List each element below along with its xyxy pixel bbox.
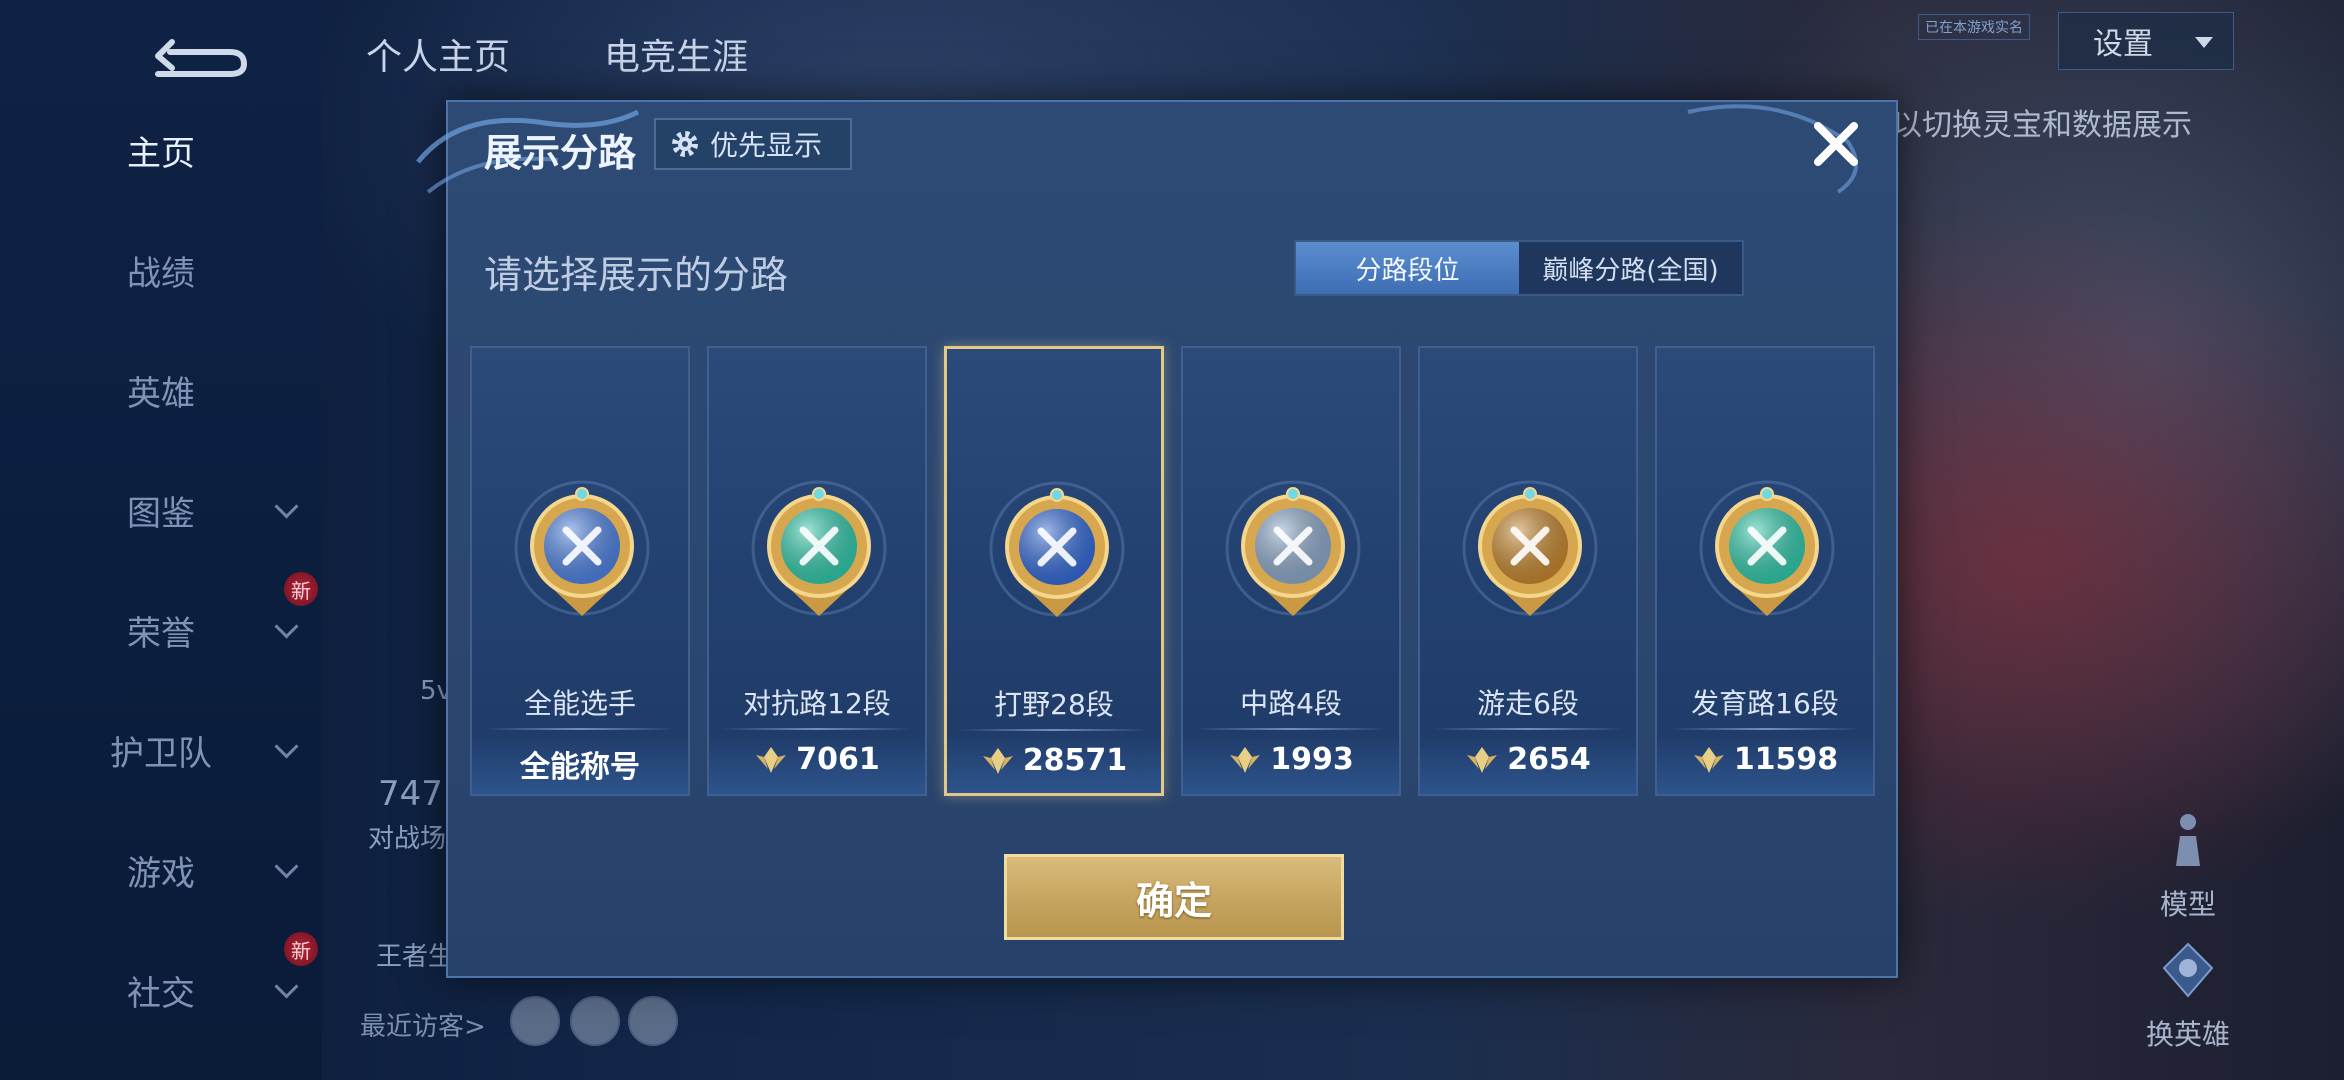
rank-points-icon bbox=[1693, 746, 1724, 773]
model-button[interactable]: 模型 bbox=[2128, 810, 2248, 923]
lane-card[interactable]: 打野28段 28571 bbox=[944, 346, 1164, 796]
lane-value: 28571 bbox=[947, 743, 1161, 778]
sidebar-item-label: 战绩 bbox=[127, 253, 195, 294]
back-arrow-icon[interactable] bbox=[150, 30, 250, 80]
lane-value: 7061 bbox=[709, 742, 925, 777]
new-badge: 新 bbox=[284, 572, 318, 606]
divider bbox=[1669, 728, 1861, 730]
lane-name: 打野28段 bbox=[994, 688, 1114, 721]
sidebar-item-label: 主页 bbox=[127, 133, 195, 174]
recent-visitors-link[interactable]: 最近访客> bbox=[360, 1006, 486, 1043]
lane-value: 全能称号 bbox=[472, 742, 688, 786]
chevron-down-icon bbox=[274, 494, 299, 519]
bg-stat-label: 对战场 bbox=[368, 824, 447, 854]
sidebar-item[interactable]: 主页 bbox=[0, 120, 322, 180]
lane-card[interactable]: 游走6段 2654 bbox=[1418, 346, 1638, 796]
sidebar-item[interactable]: 图鉴 bbox=[0, 480, 322, 540]
lane-name: 游走6段 bbox=[1477, 687, 1579, 720]
tab-profile[interactable]: 个人主页 bbox=[366, 28, 510, 80]
modal-subtitle: 请选择展示的分路 bbox=[484, 253, 789, 297]
divider bbox=[1432, 728, 1624, 730]
divider bbox=[721, 728, 913, 730]
rank-points-icon bbox=[1467, 746, 1498, 773]
confirm-button[interactable]: 确定 bbox=[1004, 854, 1344, 940]
hint-text: 以切换灵宝和数据展示 bbox=[1892, 108, 2192, 143]
swap-hero-icon bbox=[2162, 942, 2214, 998]
lane-value: 1993 bbox=[1183, 742, 1399, 777]
jungle-emblem-icon bbox=[989, 481, 1125, 617]
sidebar-item-label: 图鉴 bbox=[127, 493, 195, 534]
sidebar-item[interactable]: 英雄 bbox=[0, 360, 322, 420]
lane-value-text: 28571 bbox=[1022, 743, 1128, 778]
priority-display-label: 优先显示 bbox=[710, 129, 823, 162]
lane-card[interactable]: 发育路16段 11598 bbox=[1655, 346, 1875, 796]
divider bbox=[484, 728, 676, 730]
rank-type-toggle: 分路段位 巅峰分路(全国) bbox=[1294, 240, 1744, 296]
sidebar-item-label: 英雄 bbox=[127, 373, 195, 414]
clash-lane-emblem-icon bbox=[751, 480, 887, 616]
rank-points-icon bbox=[756, 746, 787, 773]
lane-name: 发育路16段 bbox=[1691, 687, 1839, 720]
sidebar-item-label: 游戏 bbox=[127, 853, 195, 894]
realname-tag: 已在本游戏实名 bbox=[1918, 14, 2030, 40]
sidebar-item[interactable]: 游戏 bbox=[0, 840, 322, 900]
close-icon[interactable] bbox=[1808, 116, 1864, 172]
tab-lane-rank[interactable]: 分路段位 bbox=[1296, 242, 1519, 294]
caret-down-icon bbox=[2195, 37, 2213, 48]
lane-card[interactable]: 全能选手 全能称号 bbox=[470, 346, 690, 796]
sidebar-item-label: 荣誉 bbox=[127, 613, 195, 654]
lane-name: 对抗路12段 bbox=[743, 687, 891, 720]
lane-card[interactable]: 对抗路12段 7061 bbox=[707, 346, 927, 796]
swap-hero-label: 换英雄 bbox=[2145, 1018, 2230, 1051]
sidebar-item[interactable]: 护卫队 bbox=[0, 720, 322, 780]
lane-card[interactable]: 中路4段 1993 bbox=[1181, 346, 1401, 796]
rank-points-icon bbox=[982, 747, 1013, 774]
lane-value-text: 全能称号 bbox=[520, 750, 640, 785]
gear-icon bbox=[672, 131, 698, 157]
chevron-down-icon bbox=[274, 614, 299, 639]
bg-stat-number: 747 bbox=[378, 774, 443, 814]
chevron-down-icon bbox=[274, 854, 299, 879]
figure-icon bbox=[2176, 814, 2200, 866]
lane-value-text: 2654 bbox=[1507, 742, 1591, 777]
chevron-down-icon bbox=[274, 974, 299, 999]
tab-peak-lane[interactable]: 巅峰分路(全国) bbox=[1519, 242, 1742, 294]
divider bbox=[1195, 728, 1387, 730]
visitor-avatar[interactable] bbox=[570, 996, 620, 1046]
sidebar-item[interactable]: 战绩 bbox=[0, 240, 322, 300]
lane-value: 2654 bbox=[1420, 742, 1636, 777]
lane-value-text: 11598 bbox=[1733, 742, 1839, 777]
modal-title: 展示分路 bbox=[484, 131, 637, 175]
model-label: 模型 bbox=[2159, 888, 2216, 921]
chevron-down-icon bbox=[274, 734, 299, 759]
swap-hero-button[interactable]: 换英雄 bbox=[2128, 940, 2248, 1053]
new-badge: 新 bbox=[284, 932, 318, 966]
lane-name: 中路4段 bbox=[1240, 687, 1342, 720]
lane-value: 11598 bbox=[1657, 742, 1873, 777]
sidebar-item-label: 社交 bbox=[127, 973, 195, 1014]
all-round-emblem-icon bbox=[514, 480, 650, 616]
roam-emblem-icon bbox=[1462, 480, 1598, 616]
visitor-avatar[interactable] bbox=[628, 996, 678, 1046]
settings-dropdown[interactable]: 设置 bbox=[2058, 12, 2234, 70]
bg-stat-king: 王者生 bbox=[376, 942, 455, 972]
sidebar-item[interactable]: 社交 bbox=[0, 960, 322, 1020]
lane-name: 全能选手 bbox=[523, 687, 636, 720]
lane-value-text: 1993 bbox=[1270, 742, 1354, 777]
priority-display-button[interactable]: 优先显示 bbox=[654, 118, 852, 170]
visitor-avatar[interactable] bbox=[510, 996, 560, 1046]
lane-card-list: 全能选手 全能称号 对抗路12段 7061 打野28段 28571 中路4段 1993 游走6段… bbox=[470, 346, 1880, 796]
lane-display-modal: 展示分路 优先显示 请选择展示的分路 分路段位 巅峰分路(全国) 全能选手全能称… bbox=[416, 100, 1898, 978]
rank-points-icon bbox=[1230, 746, 1261, 773]
sidebar-item[interactable]: 荣誉 bbox=[0, 600, 322, 660]
sidebar-item-label: 护卫队 bbox=[110, 733, 212, 774]
tab-esports[interactable]: 电竞生涯 bbox=[604, 28, 748, 80]
divider bbox=[959, 729, 1149, 731]
settings-label: 设置 bbox=[2093, 27, 2153, 62]
farm-lane-emblem-icon bbox=[1699, 480, 1835, 616]
lane-value-text: 7061 bbox=[796, 742, 880, 777]
sidebar: 主页 战绩 英雄 图鉴 荣誉新护卫队 游戏 社交新 bbox=[0, 0, 322, 1080]
mid-lane-emblem-icon bbox=[1225, 480, 1361, 616]
